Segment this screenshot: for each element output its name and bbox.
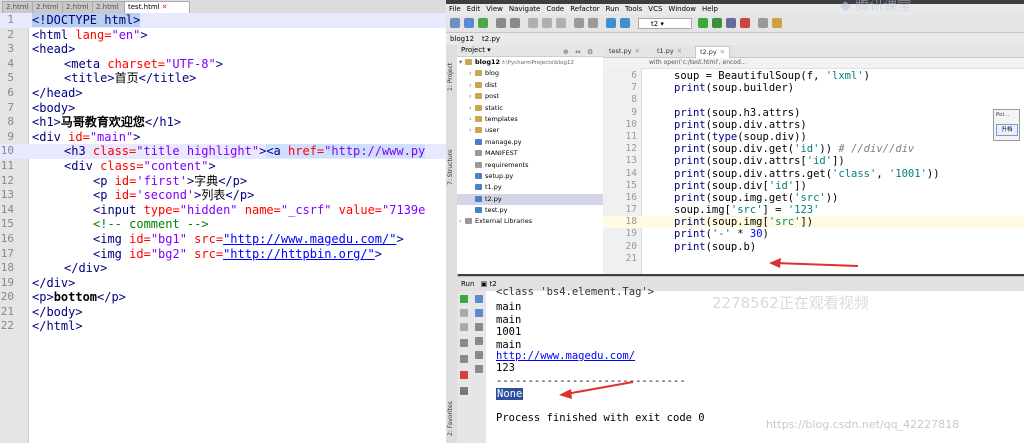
- blog-url-watermark: https://blog.csdn.net/qq_42227818: [766, 418, 960, 431]
- floating-popup: Poi... 升档: [993, 109, 1020, 141]
- popup-button[interactable]: 升档: [996, 124, 1018, 136]
- arrow-annotation: [769, 258, 859, 268]
- logo-text: 腾讯课堂: [855, 0, 912, 14]
- viewer-count-watermark: 2278562正在观看视频: [712, 294, 869, 312]
- annotation-arrows: [559, 258, 859, 399]
- popup-title: Poi...: [996, 112, 1010, 118]
- tencent-classroom-logo: ◆ 腾讯课堂: [840, 0, 912, 14]
- arrow-annotation: [559, 381, 634, 399]
